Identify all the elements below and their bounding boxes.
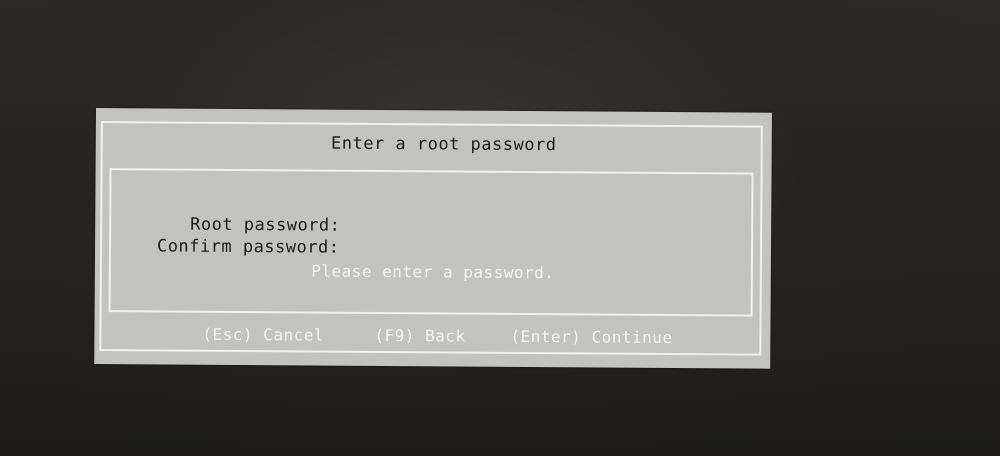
root-password-dialog: Enter a root password Root password: Con… [94,108,772,369]
confirm-password-row[interactable]: Confirm password: [114,216,340,298]
back-key-button[interactable]: (F9) Back [374,326,465,346]
cancel-key-button[interactable]: (Esc) Cancel [202,325,324,345]
confirm-password-label: Confirm password: [156,236,340,258]
continue-key-button[interactable]: (Enter) Continue [510,327,672,347]
